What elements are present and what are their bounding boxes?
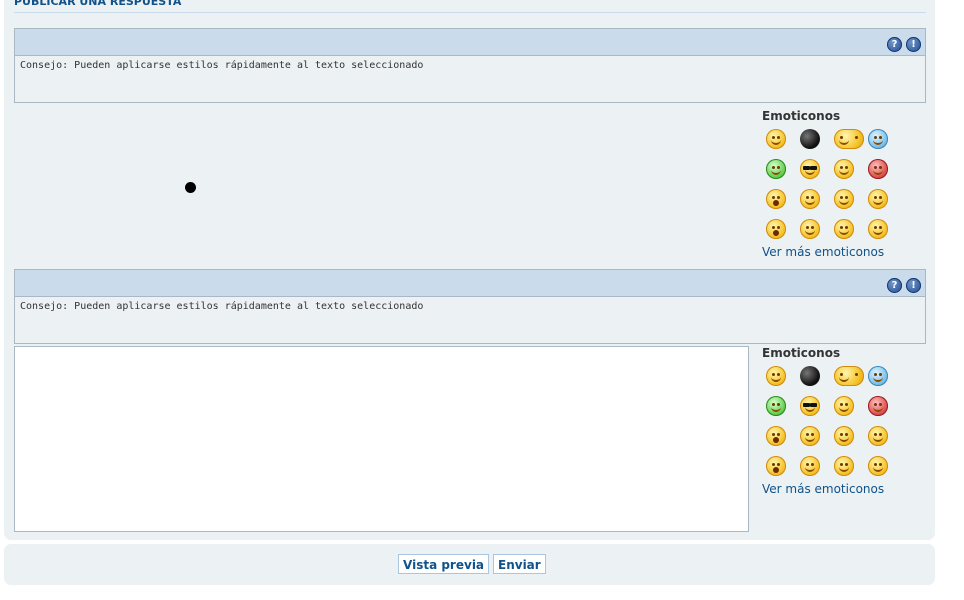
bomb-smiley-icon[interactable] bbox=[800, 366, 820, 386]
more-smilies-link-1[interactable]: Ver más emoticonos bbox=[762, 245, 922, 259]
devil-smiley-icon[interactable] bbox=[868, 396, 888, 416]
tongue-smiley-icon[interactable] bbox=[834, 219, 854, 239]
grin-smiley-icon[interactable] bbox=[766, 366, 786, 386]
surprised-smiley-icon[interactable] bbox=[766, 456, 786, 476]
smilies-panel-2: Emoticonos Ver más emoticonos bbox=[762, 346, 922, 496]
cold-smiley-icon[interactable] bbox=[868, 129, 888, 149]
cool-smiley-icon[interactable] bbox=[800, 159, 820, 179]
more-smilies-link-2[interactable]: Ver más emoticonos bbox=[762, 482, 922, 496]
cold-smiley-icon[interactable] bbox=[868, 366, 888, 386]
devil-smiley-icon[interactable] bbox=[868, 159, 888, 179]
info-icon[interactable]: ! bbox=[906, 278, 921, 293]
bomb-smiley-icon[interactable] bbox=[800, 129, 820, 149]
surprised-smiley-icon[interactable] bbox=[766, 219, 786, 239]
cool-smiley-icon[interactable] bbox=[800, 396, 820, 416]
title-divider bbox=[14, 12, 926, 13]
wink-smiley-icon[interactable] bbox=[800, 456, 820, 476]
shocked-smiley-icon[interactable] bbox=[766, 426, 786, 446]
grumpy-smiley-icon[interactable] bbox=[868, 456, 888, 476]
editor-toolbar-2: ? ! bbox=[14, 269, 926, 296]
cursor-dot bbox=[185, 182, 196, 193]
smilies-title-1: Emoticonos bbox=[762, 109, 841, 123]
help-icon[interactable]: ? bbox=[887, 278, 902, 293]
editor-hint-1: Consejo: Pueden aplicarse estilos rápida… bbox=[20, 60, 424, 71]
shocked-smiley-icon[interactable] bbox=[766, 189, 786, 209]
editor-hint-2: Consejo: Pueden aplicarse estilos rápida… bbox=[20, 301, 424, 312]
worried-smiley-icon[interactable] bbox=[800, 426, 820, 446]
grin-smiley-icon[interactable] bbox=[766, 129, 786, 149]
sick-smiley-icon[interactable] bbox=[766, 396, 786, 416]
wink-smiley-icon[interactable] bbox=[800, 219, 820, 239]
grumpy-smiley-icon[interactable] bbox=[868, 219, 888, 239]
section-title: Publicar una respuesta bbox=[14, 0, 182, 8]
editor-hint-box-2: Consejo: Pueden aplicarse estilos rápida… bbox=[14, 296, 926, 344]
submit-button[interactable]: Enviar bbox=[493, 554, 546, 574]
content-smiley-icon[interactable] bbox=[868, 189, 888, 209]
happy-smiley-icon[interactable] bbox=[834, 189, 854, 209]
angry-smiley-icon[interactable] bbox=[834, 159, 854, 179]
smilies-title-2: Emoticonos bbox=[762, 346, 841, 360]
sick-smiley-icon[interactable] bbox=[766, 159, 786, 179]
submit-buttons-panel: Vista previa Enviar bbox=[4, 544, 935, 585]
content-smiley-icon[interactable] bbox=[868, 426, 888, 446]
editor-hint-box-1: Consejo: Pueden aplicarse estilos rápida… bbox=[14, 55, 926, 103]
angry-smiley-icon[interactable] bbox=[834, 396, 854, 416]
message-textarea[interactable] bbox=[14, 346, 749, 532]
help-icon[interactable]: ? bbox=[887, 37, 902, 52]
smilies-panel-1: Emoticonos Ver más emoticonos bbox=[762, 109, 922, 259]
sleep-smiley-icon[interactable] bbox=[834, 129, 864, 149]
preview-button[interactable]: Vista previa bbox=[398, 554, 490, 574]
happy-smiley-icon[interactable] bbox=[834, 426, 854, 446]
editor-toolbar-1: ? ! bbox=[14, 28, 926, 55]
worried-smiley-icon[interactable] bbox=[800, 189, 820, 209]
sleep-smiley-icon[interactable] bbox=[834, 366, 864, 386]
info-icon[interactable]: ! bbox=[906, 37, 921, 52]
tongue-smiley-icon[interactable] bbox=[834, 456, 854, 476]
